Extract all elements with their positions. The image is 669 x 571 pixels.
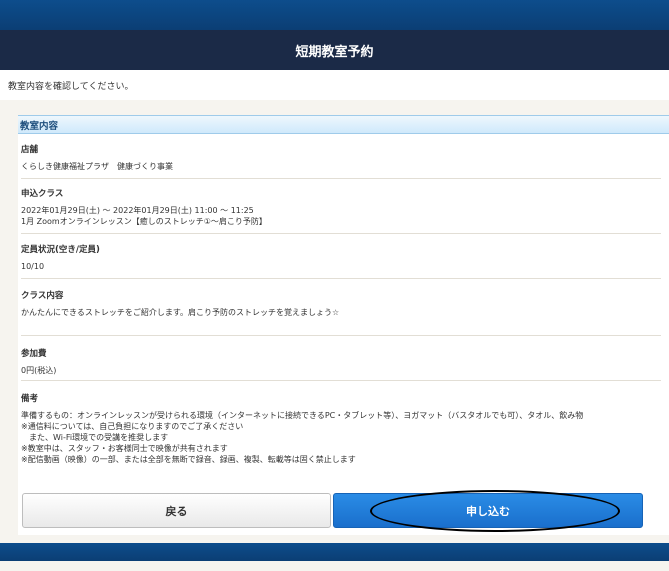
field-value-description: かんたんにできるストレッチをご紹介します。肩こり予防のストレッチを覚えましょう☆ [21,308,340,317]
notes-line: ※配信動画（映像）の一部、または全部を無断で録音、録画、複製、転載等は固く禁止し… [21,455,356,464]
page-title: 短期教室予約 [295,44,374,60]
apply-button[interactable]: 申し込む [333,493,643,528]
fee-field: 参加費 0円(税込) [18,347,669,376]
field-label-description: クラス内容 [21,291,64,301]
notes-field: 備考 準備するもの：オンラインレッスンが受けられる環境（インターネットに接続でき… [18,392,669,465]
footer-banner [0,543,669,561]
back-button[interactable]: 戻る [22,493,331,528]
divider [21,278,661,279]
section-header: 教室内容 [18,115,669,134]
field-value-capacity: 10/10 [21,262,45,271]
class-details-panel: 教室内容 店舗 くらしき健康福祉プラザ 健康づくり事業 申込クラス 2022年0… [18,115,669,535]
field-value-fee: 0円(税込) [21,366,57,375]
field-label-class: 申込クラス [21,189,64,199]
field-value-class-name: 1月 Zoomオンラインレッスン【癒しのストレッチ①～肩こり予防】 [21,217,267,226]
top-banner [0,0,669,30]
field-value-store: くらしき健康福祉プラザ 健康づくり事業 [21,162,173,171]
field-label-fee: 参加費 [21,349,47,359]
description-field: クラス内容 かんたんにできるストレッチをご紹介します。肩こり予防のストレッチを覚… [18,289,669,318]
store-field: 店舗 くらしき健康福祉プラザ 健康づくり事業 [18,143,669,172]
divider [21,380,661,381]
divider [21,233,661,234]
notes-line: また、Wi-Fi環境での受講を推奨します [21,433,169,442]
page-header: 短期教室予約 [0,30,669,70]
notes-line: ※通信料については、自己負担になりますのでご了承ください [21,422,244,431]
divider [21,335,661,336]
class-field: 申込クラス 2022年01月29日(土) ～ 2022年01月29日(土) 11… [18,187,669,227]
notes-line: ※教室中は、スタッフ・お客様同士で映像が共有されます [21,444,228,453]
capacity-field: 定員状況(空き/定員) 10/10 [18,243,669,272]
confirmation-notice: 教室内容を確認してください。 [0,70,669,100]
field-label-capacity: 定員状況(空き/定員) [21,245,100,255]
field-label-notes: 備考 [21,394,39,404]
divider [21,178,661,179]
notes-line: 準備するもの：オンラインレッスンが受けられる環境（インターネットに接続できるPC… [21,411,584,420]
field-label-store: 店舗 [21,145,39,155]
field-value-class-date: 2022年01月29日(土) ～ 2022年01月29日(土) 11:00 ～ … [21,206,254,215]
